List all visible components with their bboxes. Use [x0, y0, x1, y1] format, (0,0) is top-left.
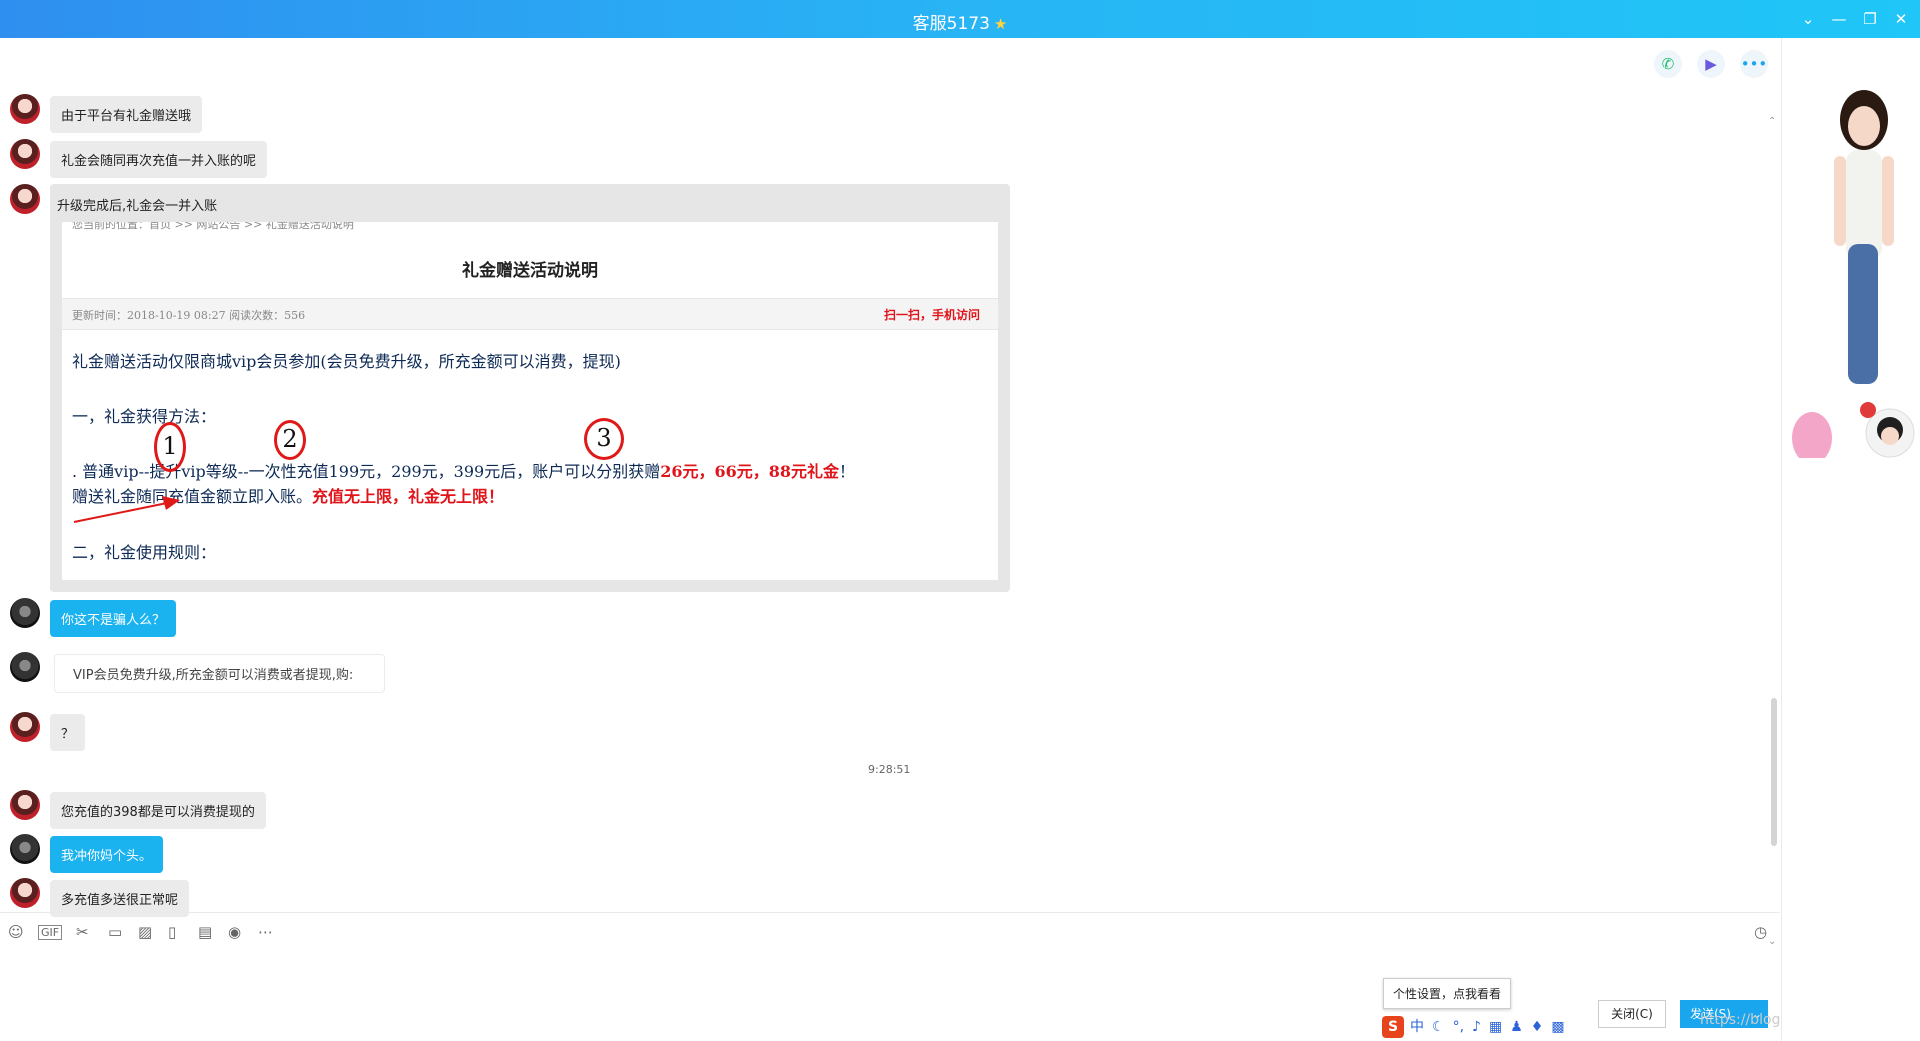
message-bubble: 您充值的398都是可以消费提现的 — [50, 792, 266, 829]
message-bubble: 礼金会随同再次充值一并入账的呢 — [50, 141, 268, 178]
agent-avatar — [10, 184, 40, 214]
agent-avatar — [10, 790, 40, 820]
user-avatar — [10, 598, 40, 628]
ime-tooltip: 个性设置，点我看看 — [1383, 978, 1512, 1009]
image-message-card[interactable]: 升级完成后,礼金会一并入账 您当前的位置：首页 >> 网站公告 >> 礼金赠送活… — [50, 184, 1010, 592]
microphone-icon[interactable]: ♪ — [1472, 1019, 1481, 1035]
minimize-button[interactable]: — — [1826, 6, 1852, 32]
message-caption: 升级完成后,礼金会一并入账 — [57, 199, 218, 214]
input-toolbar: ☺ GIF ✂ ▭ ▨ ▯ ▤ ◉ ⋯ ◷ — [0, 912, 1780, 953]
agent-avatar — [10, 94, 40, 124]
image-icon[interactable]: ▨ — [138, 923, 152, 941]
title-bar: 客服5173 ★ ⌄ — ❐ ✕ — [0, 0, 1920, 38]
history-clock-icon[interactable]: ◷ — [1754, 923, 1767, 941]
shirt-icon[interactable]: ♦ — [1531, 1019, 1544, 1035]
grid-icon[interactable]: ▩ — [1551, 1019, 1564, 1035]
scissors-icon[interactable]: ✂ — [76, 923, 89, 941]
sogou-logo-icon[interactable]: S — [1382, 1016, 1404, 1038]
video-call-icon[interactable]: ▶ — [1697, 50, 1725, 78]
message-bubble: ？ — [50, 714, 86, 751]
message-bubble: 由于平台有礼金赠送哦 — [50, 96, 203, 133]
more-icon[interactable]: ⋯ — [258, 923, 273, 941]
agent-avatar — [10, 139, 40, 169]
user-avatar — [10, 834, 40, 864]
punctuation-icon[interactable]: °, — [1453, 1019, 1464, 1035]
shake-icon[interactable]: ▯ — [168, 923, 176, 941]
user-avatar — [10, 652, 40, 682]
gif-icon[interactable]: GIF — [38, 925, 63, 940]
scrollbar-thumb[interactable] — [1771, 698, 1777, 846]
scroll-up-arrow[interactable]: ⌃ — [1768, 116, 1776, 127]
ime-toolbar[interactable]: S 中 ☾ °, ♪ ▦ ♟ ♦ ▩ — [1382, 1016, 1573, 1040]
moon-icon[interactable]: ☾ — [1432, 1019, 1445, 1035]
window-title-text: 客服5173 — [912, 14, 990, 34]
chevron-down-icon[interactable]: ⌄ — [1795, 6, 1821, 32]
side-panel — [1781, 38, 1920, 1041]
screenshot-document: 您当前的位置：首页 >> 网站公告 >> 礼金赠送活动说明 礼金赠送活动说明 更… — [62, 222, 998, 580]
more-options-icon[interactable]: ••• — [1740, 50, 1768, 78]
message-timestamp: 9:28:51 — [868, 763, 911, 776]
folder-icon[interactable]: ▭ — [108, 923, 122, 941]
restore-button[interactable]: ❐ — [1857, 6, 1883, 32]
red-packet-icon[interactable]: ▤ — [198, 923, 212, 941]
keyboard-icon[interactable]: ▦ — [1489, 1019, 1502, 1035]
ime-language[interactable]: 中 — [1410, 1019, 1424, 1035]
phone-call-icon[interactable]: ✆ — [1654, 50, 1682, 78]
annotation-arrow — [73, 496, 180, 523]
music-icon[interactable]: ◉ — [228, 923, 241, 941]
agent-avatar — [10, 878, 40, 908]
close-window-button[interactable]: ✕ — [1888, 6, 1914, 32]
user-icon[interactable]: ♟ — [1510, 1019, 1523, 1035]
message-bubble: 你这不是骗人么？ — [50, 600, 177, 637]
agent-avatar — [10, 712, 40, 742]
show-character-illustration — [1792, 90, 1915, 458]
message-bubble: VIP会员免费升级,所充金额可以消费或者提现,购: — [54, 654, 385, 693]
star-icon: ★ — [993, 15, 1008, 33]
message-bubble: 我冲你妈个头。 — [50, 836, 164, 873]
close-button[interactable]: 关闭(C) — [1598, 1000, 1666, 1028]
emoji-icon[interactable]: ☺ — [8, 923, 24, 941]
window-title: 客服5173 ★ — [0, 9, 1920, 34]
